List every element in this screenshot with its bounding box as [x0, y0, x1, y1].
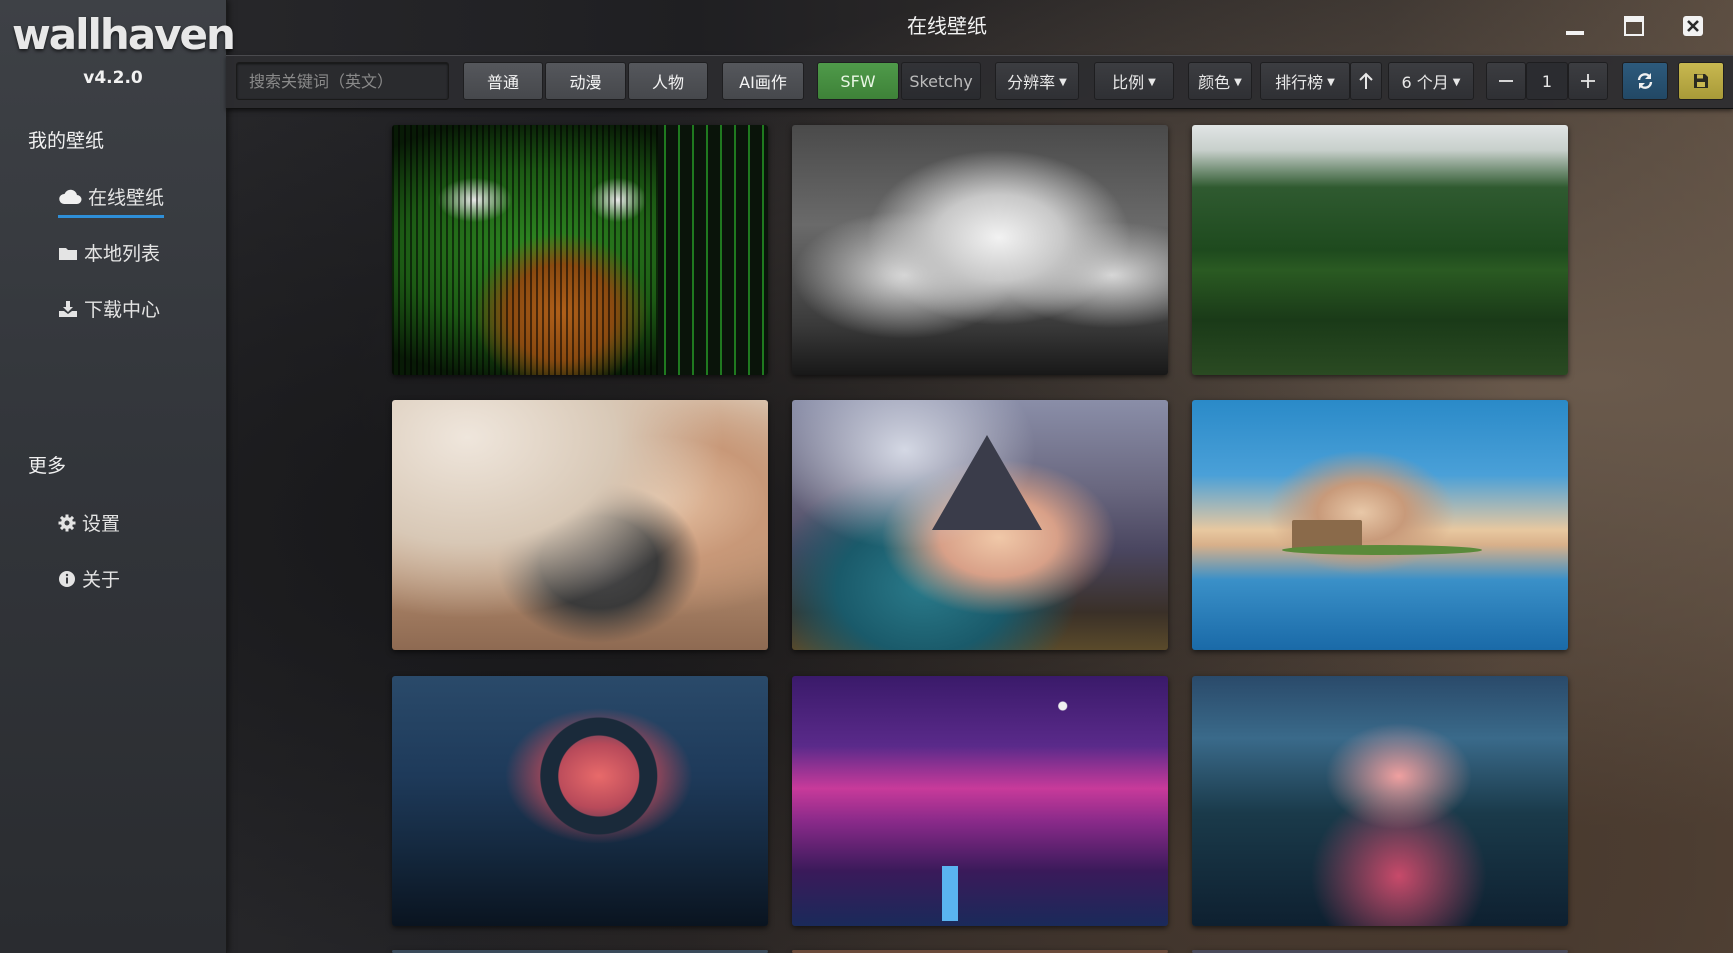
button-label: 动漫	[569, 73, 602, 92]
refresh-icon	[1637, 73, 1653, 89]
wallpaper-thumbnail[interactable]	[392, 125, 768, 375]
button-label: 普通	[486, 73, 519, 92]
page-prev-button[interactable]	[1486, 62, 1526, 100]
sidebar-item-label: 下载中心	[84, 299, 161, 321]
close-button[interactable]	[1680, 14, 1706, 38]
island	[1282, 545, 1482, 555]
page-next-button[interactable]	[1568, 62, 1608, 100]
my-wallpapers-title: 我的壁纸	[28, 130, 105, 152]
wallpaper-thumbnail[interactable]	[392, 400, 768, 650]
search-input[interactable]	[247, 70, 451, 92]
dropdown-label: 排行榜	[1275, 73, 1324, 92]
sort-dropdown[interactable]: 排行榜 ▼	[1260, 62, 1350, 100]
sidebar-item-label: 关于	[82, 569, 121, 591]
download-icon	[58, 300, 78, 318]
sketchy-toggle[interactable]: Sketchy	[901, 62, 981, 100]
chevron-down-icon: ▼	[1148, 77, 1156, 88]
minimize-icon	[1566, 31, 1584, 35]
mountain-peak	[932, 435, 1042, 530]
button-label: Sketchy	[909, 71, 973, 91]
chevron-down-icon: ▼	[1452, 77, 1461, 88]
sidebar-item-settings[interactable]: 设置	[58, 509, 120, 541]
ai-art-button[interactable]: AI画作	[722, 62, 804, 100]
dropdown-label: 颜色	[1198, 73, 1231, 92]
wallpaper-thumbnail[interactable]	[792, 676, 1168, 926]
gear-icon	[58, 514, 76, 532]
color-dropdown[interactable]: 颜色 ▼	[1188, 62, 1252, 100]
button-label: AI画作	[739, 73, 787, 92]
sort-order-button[interactable]	[1350, 62, 1382, 100]
sfw-toggle[interactable]: SFW	[817, 62, 899, 100]
arrow-up-icon	[1359, 72, 1373, 89]
app-logo: wallhaven	[12, 10, 236, 59]
time-range-dropdown[interactable]: 6 个月 ▼	[1388, 62, 1474, 100]
maximize-button[interactable]	[1621, 14, 1647, 38]
dropdown-label: 比例	[1112, 73, 1145, 92]
toolbar: 普通 动漫 人物 AI画作 SFW Sketchy 分辨率▼ 比例▼ 颜色▼ 排…	[226, 55, 1733, 109]
sidebar-item-about[interactable]: 关于	[58, 565, 120, 597]
wallpaper-thumbnail[interactable]	[1192, 400, 1568, 650]
minimize-button[interactable]	[1562, 14, 1588, 38]
wallpaper-thumbnail[interactable]	[792, 125, 1168, 375]
dropdown-label: 6 个月	[1401, 73, 1449, 92]
wallpaper-thumbnail[interactable]	[1192, 676, 1568, 926]
refresh-button[interactable]	[1622, 62, 1668, 100]
category-general-button[interactable]: 普通	[463, 62, 543, 100]
page-number-field[interactable]: 1	[1526, 62, 1568, 100]
wallpaper-thumbnail[interactable]	[1192, 125, 1568, 375]
chevron-down-icon: ▼	[1234, 77, 1242, 88]
sidebar-item-online-wallpapers[interactable]: 在线壁纸	[58, 183, 165, 218]
button-label: 人物	[651, 73, 684, 92]
close-icon	[1683, 16, 1703, 36]
window-title: 在线壁纸	[907, 14, 987, 38]
resolution-dropdown[interactable]: 分辨率 ▼	[995, 62, 1079, 100]
sidebar: wallhaven v4.2.0 我的壁纸 在线壁纸 本地列表 下载中心 更多	[0, 0, 236, 953]
category-anime-button[interactable]: 动漫	[545, 62, 626, 100]
sidebar-item-label: 在线壁纸	[88, 187, 165, 209]
save-button[interactable]	[1678, 62, 1724, 100]
wallpaper-thumbnail[interactable]	[792, 400, 1168, 650]
sidebar-item-label: 本地列表	[84, 243, 161, 265]
plus-icon	[1581, 74, 1595, 88]
ratio-dropdown[interactable]: 比例 ▼	[1094, 62, 1174, 100]
cloud-icon	[58, 188, 82, 206]
sidebar-item-label: 设置	[82, 513, 121, 535]
sidebar-item-download-center[interactable]: 下载中心	[58, 295, 160, 327]
folder-icon	[58, 245, 78, 261]
save-icon	[1694, 74, 1708, 88]
wallpaper-thumbnail[interactable]	[392, 676, 768, 926]
category-people-button[interactable]: 人物	[628, 62, 708, 100]
info-icon	[58, 570, 76, 588]
dropdown-label: 分辨率	[1007, 73, 1056, 92]
app-version: v4.2.0	[83, 68, 143, 88]
page-number: 1	[1541, 71, 1553, 91]
more-title: 更多	[28, 455, 67, 477]
waterfall	[942, 866, 958, 921]
button-label: SFW	[840, 71, 876, 91]
chevron-down-icon: ▼	[1059, 77, 1067, 88]
minus-icon	[1499, 80, 1513, 82]
search-box[interactable]	[236, 62, 451, 100]
maximize-icon	[1624, 16, 1644, 36]
matrix-rain	[658, 125, 768, 375]
chevron-down-icon: ▼	[1327, 77, 1335, 88]
app-window: wallhaven v4.2.0 我的壁纸 在线壁纸 本地列表 下载中心 更多	[0, 0, 1733, 953]
sidebar-item-local-list[interactable]: 本地列表	[58, 239, 160, 271]
